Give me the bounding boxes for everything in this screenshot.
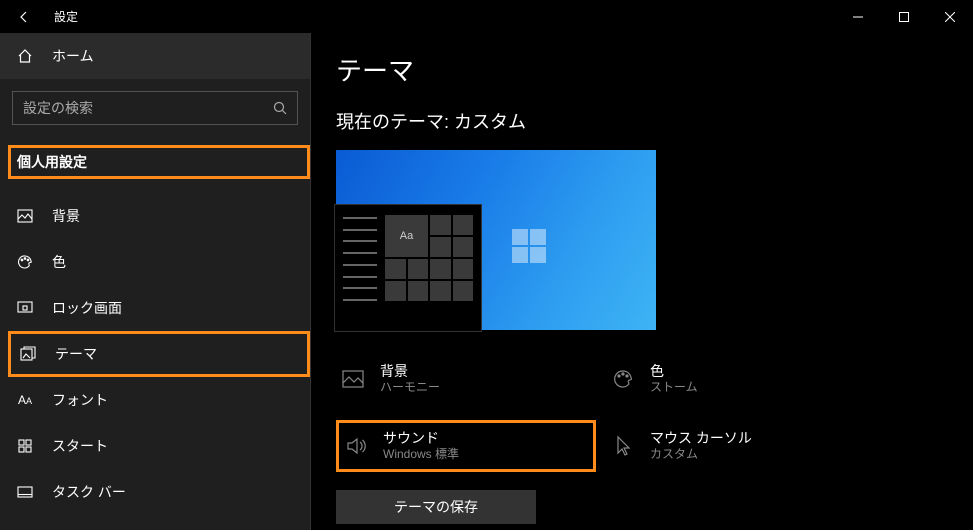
search-icon: [263, 101, 297, 115]
window-title: 設定: [54, 8, 78, 25]
theme-icon: [19, 346, 37, 362]
theme-setting-background[interactable]: 背景 ハーモニー: [336, 356, 596, 402]
sidebar-item-label: 背景: [52, 206, 80, 226]
current-theme-heading: 現在のテーマ: カスタム: [336, 108, 949, 134]
font-icon: AA: [16, 393, 34, 407]
sidebar-item-label: テーマ: [55, 344, 97, 364]
sidebar-item-fonts[interactable]: AA フォント: [0, 377, 310, 423]
sidebar-item-label: タスク バー: [52, 482, 126, 502]
title-bar: 設定: [0, 0, 973, 33]
theme-setting-color[interactable]: 色 ストーム: [606, 356, 866, 402]
setting-value: ストーム: [650, 380, 698, 396]
image-icon: [16, 209, 34, 223]
sidebar-item-color[interactable]: 色: [0, 239, 310, 285]
setting-value: Windows 標準: [383, 447, 459, 463]
save-theme-button[interactable]: テーマの保存: [336, 490, 536, 524]
sidebar-item-label: スタート: [52, 436, 108, 456]
sidebar-home-label: ホーム: [52, 46, 94, 66]
theme-preview: Aa: [336, 150, 656, 330]
preview-tile-aa: Aa: [385, 215, 428, 257]
minimize-button[interactable]: [835, 0, 881, 33]
theme-setting-cursor[interactable]: マウス カーソル カスタム: [606, 420, 866, 472]
sidebar-item-taskbar[interactable]: タスク バー: [0, 469, 310, 515]
sidebar-item-label: 色: [52, 252, 66, 272]
sidebar-item-themes[interactable]: テーマ: [11, 334, 307, 374]
home-icon: [16, 48, 34, 64]
sidebar-nav: 背景 色 ロック画面 テーマ: [0, 193, 310, 515]
theme-setting-sound[interactable]: サウンド Windows 標準: [339, 423, 487, 469]
setting-title: 背景: [380, 362, 440, 380]
palette-icon: [610, 366, 636, 392]
sound-icon: [343, 433, 369, 459]
setting-value: カスタム: [650, 447, 752, 463]
setting-title: 色: [650, 362, 698, 380]
sidebar-item-lockscreen[interactable]: ロック画面: [0, 285, 310, 331]
sidebar-item-background[interactable]: 背景: [0, 193, 310, 239]
page-title: テーマ: [336, 51, 949, 88]
save-theme-label: テーマの保存: [394, 497, 478, 517]
search-input[interactable]: [13, 100, 263, 116]
sidebar: ホーム 個人用設定 背景: [0, 33, 310, 530]
search-box[interactable]: [12, 91, 298, 125]
setting-value: ハーモニー: [380, 380, 440, 396]
lockscreen-icon: [16, 301, 34, 315]
sidebar-home[interactable]: ホーム: [0, 33, 310, 79]
sidebar-item-label: フォント: [52, 390, 108, 410]
sidebar-category: 個人用設定: [11, 148, 93, 176]
setting-title: サウンド: [383, 429, 459, 447]
cursor-icon: [610, 433, 636, 459]
image-icon: [340, 366, 366, 392]
back-button[interactable]: [0, 0, 48, 33]
setting-title: マウス カーソル: [650, 429, 752, 447]
start-icon: [16, 439, 34, 453]
palette-icon: [16, 254, 34, 270]
content-area: テーマ 現在のテーマ: カスタム Aa: [310, 33, 973, 530]
sidebar-item-label: ロック画面: [52, 298, 122, 318]
maximize-button[interactable]: [881, 0, 927, 33]
sidebar-item-start[interactable]: スタート: [0, 423, 310, 469]
taskbar-icon: [16, 486, 34, 498]
close-button[interactable]: [927, 0, 973, 33]
